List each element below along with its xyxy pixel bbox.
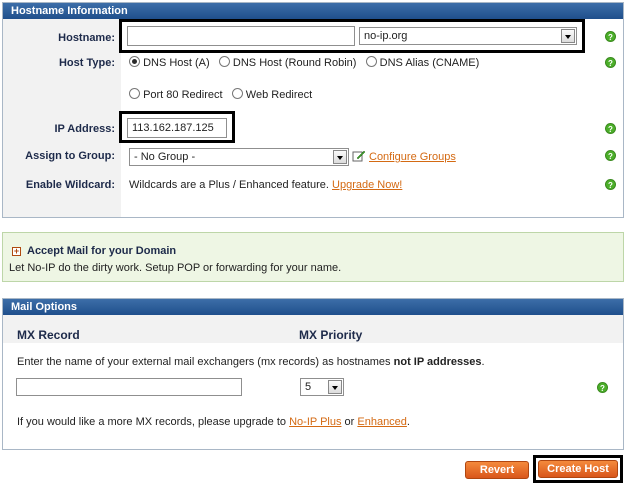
host-type-radio-group-row2: Port 80 Redirect Web Redirect [129,87,312,101]
hostname-input[interactable] [127,26,355,46]
mx-instructions-prefix: Enter the name of your external mail exc… [17,356,391,368]
upgrade-note-suffix: . [406,416,410,428]
domain-select-value: no-ip.org [364,30,408,42]
domain-select[interactable]: no-ip.org [359,27,577,45]
hostname-information-panel: Hostname Information Hostname: no-ip.org… [2,2,624,218]
hostname-panel-title: Hostname Information [3,3,623,19]
accept-mail-description: Let No-IP do the dirty work. Setup POP o… [9,262,342,274]
ip-address-label: IP Address: [54,123,115,135]
edit-icon[interactable] [352,149,366,163]
revert-button[interactable]: Revert [465,461,529,479]
radio-web-redirect[interactable] [231,88,243,99]
radio-web-redirect-label: Web Redirect [245,89,313,101]
mx-priority-header: MX Priority [299,328,363,342]
help-icon[interactable]: ? [605,123,616,134]
expand-plus-icon[interactable]: + [12,247,21,256]
create-host-button[interactable]: Create Host [538,460,618,478]
group-select-value: - No Group - [134,151,196,163]
help-icon[interactable]: ? [597,382,608,393]
accept-mail-title[interactable]: Accept Mail for your Domain [27,245,176,257]
help-icon[interactable]: ? [605,57,616,68]
radio-port-80-redirect-label: Port 80 Redirect [143,89,223,101]
mx-priority-select[interactable]: 5 [300,378,344,396]
mx-instructions-suffix: . [481,356,485,368]
chevron-down-icon[interactable] [333,150,347,164]
upgrade-note-prefix: If you would like a more MX records, ple… [17,416,287,428]
radio-dns-host-round-robin[interactable] [218,56,230,67]
chevron-down-icon[interactable] [561,29,575,43]
radio-dns-alias-cname[interactable] [365,56,377,67]
hostname-label: Hostname: [58,32,115,44]
host-type-radio-group: DNS Host (A) DNS Host (Round Robin) DNS … [129,55,479,69]
wildcard-text: Wildcards are a Plus / Enhanced feature. [129,179,329,191]
enable-wildcard-label: Enable Wildcard: [25,179,115,191]
wildcard-info: Wildcards are a Plus / Enhanced feature.… [129,179,402,191]
assign-group-label: Assign to Group: [25,150,115,162]
host-type-label: Host Type: [58,57,115,69]
mx-record-header: MX Record [17,328,80,342]
radio-port-80-redirect[interactable] [129,88,140,99]
help-icon[interactable]: ? [605,31,616,42]
radio-dns-host-round-robin-label: DNS Host (Round Robin) [232,57,357,69]
mx-record-input[interactable] [16,378,242,396]
help-icon[interactable]: ? [605,179,616,190]
group-select[interactable]: - No Group - [129,148,349,166]
upgrade-note: If you would like a more MX records, ple… [17,416,410,428]
mx-instructions: Enter the name of your external mail exc… [17,356,485,368]
radio-dns-host-a[interactable] [129,56,140,67]
mx-priority-value: 5 [305,381,312,393]
radio-dns-host-a-label: DNS Host (A) [143,57,210,69]
accept-mail-panel: + Accept Mail for your Domain Let No-IP … [2,232,624,282]
mx-instructions-bold: not IP addresses [393,356,482,368]
mail-options-panel: Mail Options MX Record MX Priority Enter… [2,298,624,450]
enhanced-link[interactable]: Enhanced [357,416,407,428]
chevron-down-icon[interactable] [328,380,342,394]
mail-options-title: Mail Options [3,299,623,315]
upgrade-now-link[interactable]: Upgrade Now! [332,179,402,191]
no-ip-plus-link[interactable]: No-IP Plus [289,416,341,428]
configure-groups-link[interactable]: Configure Groups [369,151,456,163]
help-icon[interactable]: ? [605,150,616,161]
radio-dns-alias-cname-label: DNS Alias (CNAME) [379,57,480,69]
ip-address-input[interactable]: 113.162.187.125 [127,118,227,138]
upgrade-note-or: or [344,416,355,428]
